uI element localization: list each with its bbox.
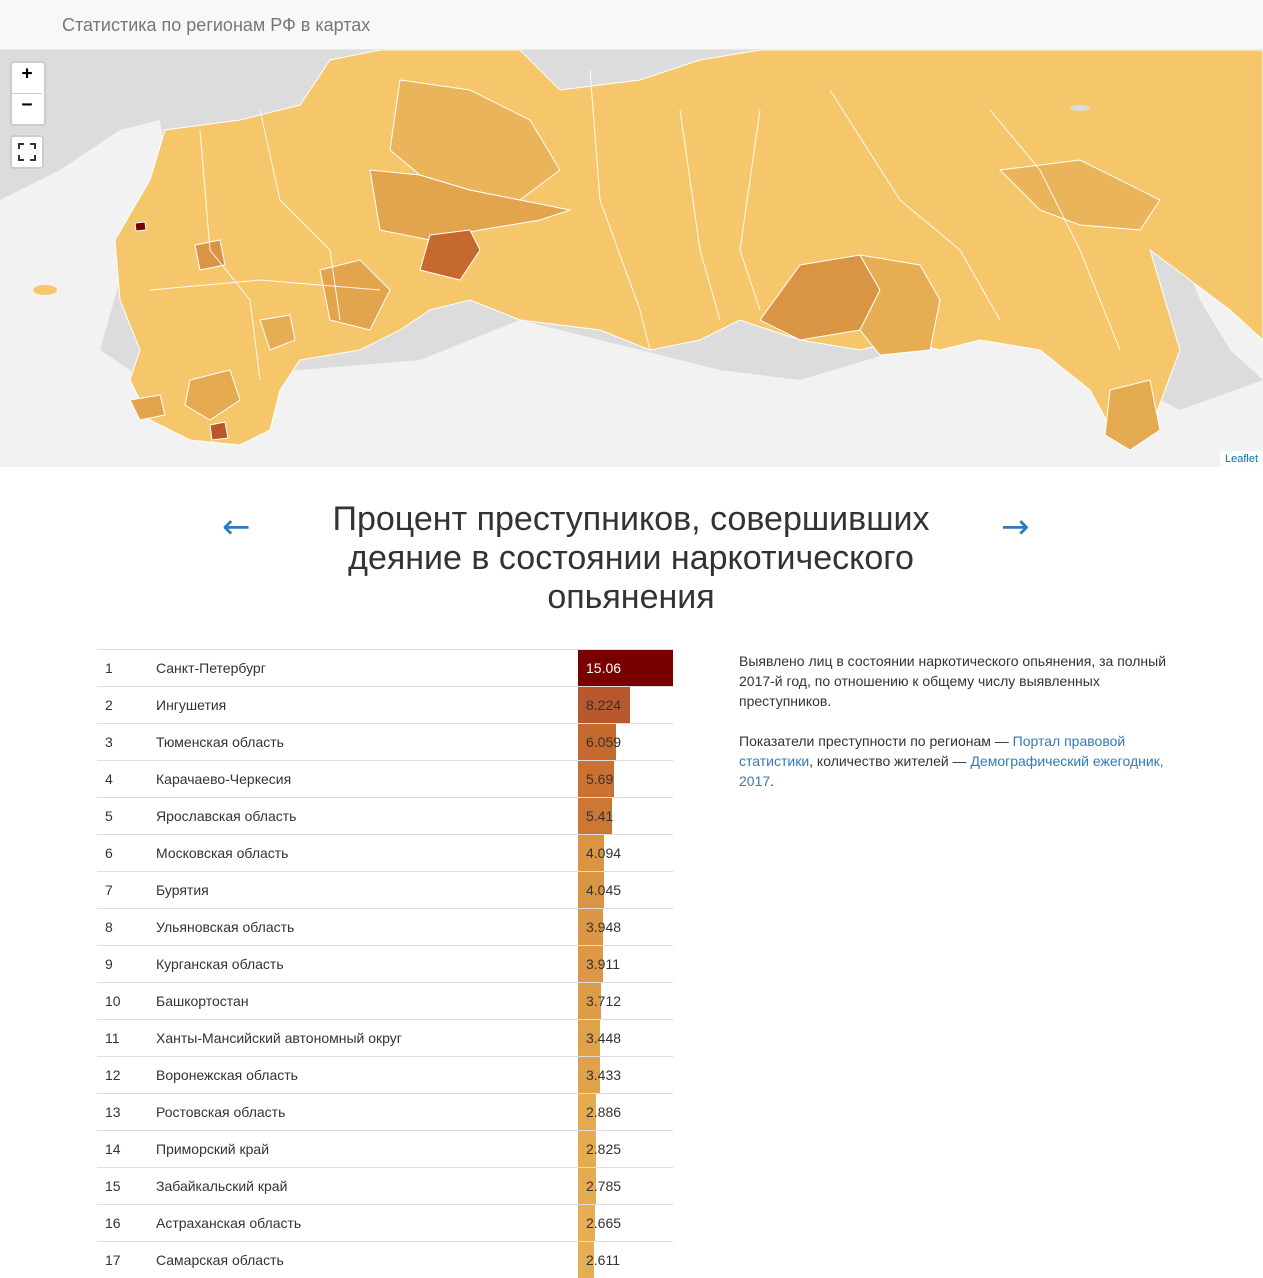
row-rank: 10 [105,993,121,1009]
row-region-name: Карачаево-Черкесия [156,771,292,787]
row-rank: 9 [105,956,113,972]
table-row[interactable]: 9 Курганская область 3.911 [97,945,673,982]
map-canvas[interactable] [0,50,1263,467]
row-value: 2.785 [586,1178,622,1194]
map-attribution[interactable]: Leaflet [1219,451,1263,467]
zoom-control: + − [10,61,46,126]
zoom-in-button[interactable]: + [12,63,42,93]
row-rank: 1 [105,660,113,676]
row-rank: 17 [105,1252,121,1268]
row-region-name: Ростовская область [156,1104,286,1120]
sources-text: Показатели преступности по регионам — По… [739,731,1179,791]
fullscreen-button[interactable] [10,135,44,169]
table-row[interactable]: 2 Ингушетия 8.224 [97,686,673,723]
page-title: Процент преступников, совершивших деяние… [332,500,930,616]
row-value: 4.094 [586,845,622,861]
table-row[interactable]: 11 Ханты-Мансийский автономный округ 3.448 [97,1019,673,1056]
row-value: 2.665 [586,1215,622,1231]
row-value: 8.224 [586,697,622,713]
table-row[interactable]: 14 Приморский край 2.825 [97,1130,673,1167]
row-value: 2.886 [586,1104,622,1120]
row-value: 3.448 [586,1030,622,1046]
kaliningrad-region [33,285,57,295]
row-region-name: Самарская область [156,1252,284,1268]
row-rank: 14 [105,1141,121,1157]
next-map-arrow[interactable]: → [1001,507,1030,547]
row-value: 5.41 [586,808,614,824]
saint-petersburg-region [134,221,147,232]
sources-suffix: . [770,773,775,789]
row-value: 6.059 [586,734,622,750]
row-rank: 8 [105,919,113,935]
table-row[interactable]: 1 Санкт-Петербург 15.06 [97,649,673,686]
table-row[interactable]: 17 Самарская область 2.611 [97,1241,673,1278]
row-value: 2.825 [586,1141,622,1157]
row-region-name: Забайкальский край [156,1178,288,1194]
row-rank: 16 [105,1215,121,1231]
row-rank: 2 [105,697,113,713]
row-region-name: Ханты-Мансийский автономный округ [156,1030,402,1046]
lake [1070,105,1090,111]
ingushetia-region [209,421,229,441]
row-rank: 4 [105,771,113,787]
row-region-name: Приморский край [156,1141,270,1157]
site-brand[interactable]: Статистика по регионам РФ в картах [62,15,370,36]
row-rank: 15 [105,1178,121,1194]
row-value: 5.69 [586,771,614,787]
row-value: 15.06 [586,660,622,676]
table-row[interactable]: 7 Бурятия 4.045 [97,871,673,908]
table-row[interactable]: 16 Астраханская область 2.665 [97,1204,673,1241]
row-rank: 12 [105,1067,121,1083]
row-rank: 11 [105,1030,120,1046]
fullscreen-icon [18,143,36,161]
row-value: 2.611 [586,1252,620,1268]
row-region-name: Ингушетия [156,697,227,713]
row-region-name: Ульяновская область [156,919,295,935]
row-region-name: Башкортостан [156,993,249,1009]
row-value: 3.948 [586,919,622,935]
row-rank: 3 [105,734,113,750]
row-region-name: Санкт-Петербург [156,660,266,676]
table-row[interactable]: 5 Ярославская область 5.41 [97,797,673,834]
row-region-name: Ярославская область [156,808,297,824]
description: Выявлено лиц в состоянии наркотического … [739,651,1179,811]
row-value: 3.712 [586,993,622,1009]
row-region-name: Московская область [156,845,289,861]
table-row[interactable]: 13 Ростовская область 2.886 [97,1093,673,1130]
table-row[interactable]: 6 Московская область 4.094 [97,834,673,871]
row-region-name: Астраханская область [156,1215,302,1231]
row-rank: 5 [105,808,113,824]
description-text: Выявлено лиц в состоянии наркотического … [739,653,1167,709]
zoom-out-button[interactable]: − [12,93,42,124]
row-rank: 6 [105,845,113,861]
row-region-name: Курганская область [156,956,284,972]
sources-middle: , количество жителей — [809,753,971,769]
row-region-name: Воронежская область [156,1067,298,1083]
table-row[interactable]: 15 Забайкальский край 2.785 [97,1167,673,1204]
sources-prefix: Показатели преступности по регионам — [739,733,1013,749]
table-row[interactable]: 10 Башкортостан 3.712 [97,982,673,1019]
row-value: 3.911 [586,956,620,972]
row-region-name: Тюменская область [156,734,284,750]
table-row[interactable]: 4 Карачаево-Черкесия 5.69 [97,760,673,797]
row-region-name: Бурятия [156,882,209,898]
navbar: Статистика по регионам РФ в картах [0,0,1263,50]
prev-map-arrow[interactable]: ← [222,507,251,547]
table-row[interactable]: 12 Воронежская область 3.433 [97,1056,673,1093]
choropleth-map[interactable] [0,50,1263,467]
row-value: 4.045 [586,882,622,898]
table-row[interactable]: 3 Тюменская область 6.059 [97,723,673,760]
table-row[interactable]: 8 Ульяновская область 3.948 [97,908,673,945]
row-rank: 13 [105,1104,121,1120]
row-value: 3.433 [586,1067,622,1083]
row-rank: 7 [105,882,113,898]
ranking-table: 1 Санкт-Петербург 15.06 2 Ингушетия 8.224 3 Тюм… [97,649,673,1278]
